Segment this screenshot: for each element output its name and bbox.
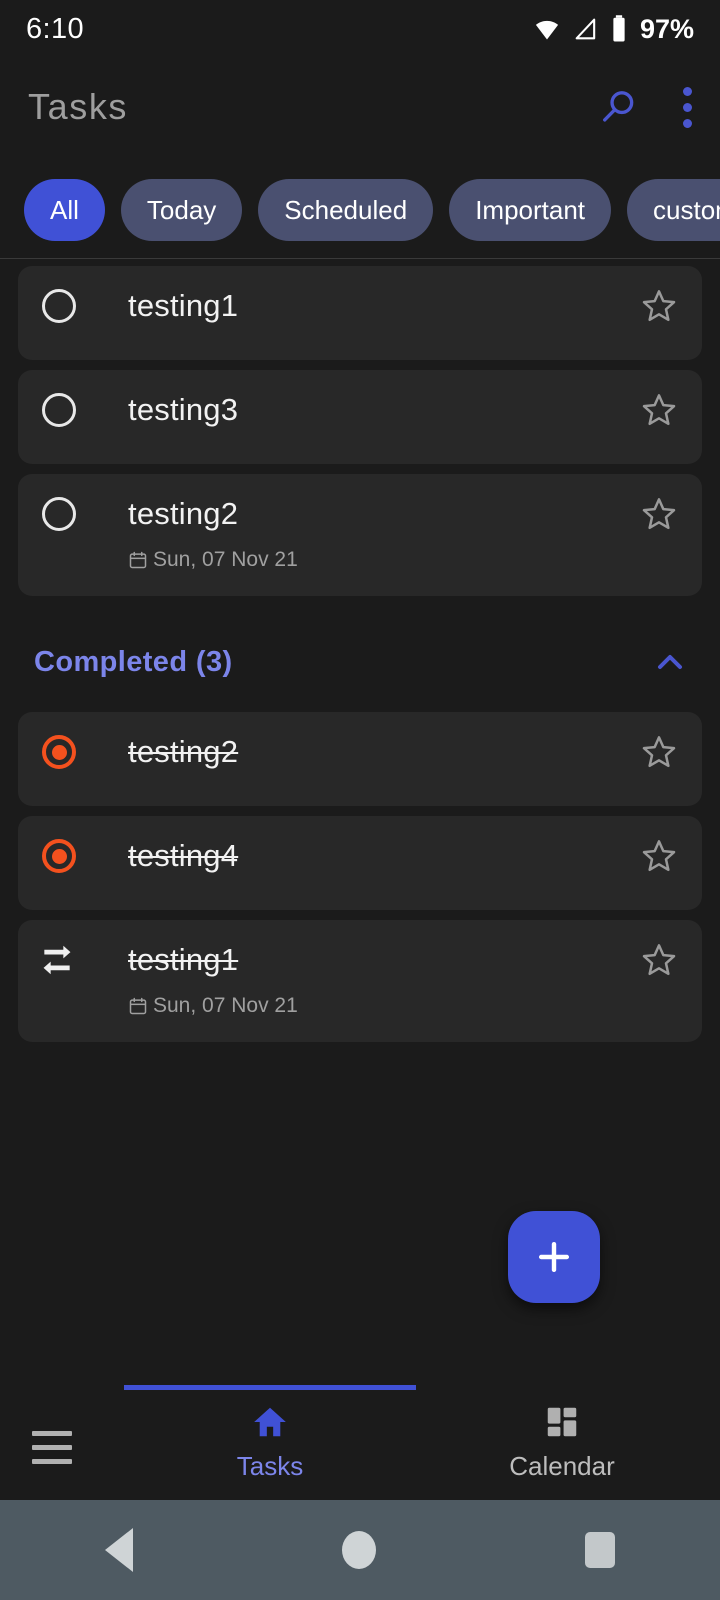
nav-label-calendar: Calendar [509, 1451, 615, 1481]
task-repeat-indicator[interactable] [38, 941, 102, 979]
calendar-icon [129, 997, 147, 1015]
plus-icon [538, 1241, 570, 1273]
filter-chip-important[interactable]: Important [449, 179, 612, 241]
add-task-button[interactable] [508, 1211, 600, 1303]
circle-unchecked-icon [42, 289, 76, 323]
page-title: Tasks [28, 86, 129, 127]
task-due-date-text: Sun, 07 Nov 21 [153, 548, 298, 571]
star-outline-icon [642, 498, 676, 530]
calendar-icon [129, 551, 147, 569]
task-row[interactable]: testing1 [18, 266, 702, 360]
star-outline-icon [642, 394, 676, 426]
task-row[interactable]: testing2 [18, 712, 702, 806]
task-title: testing4 [128, 838, 239, 873]
menu-button[interactable] [32, 1431, 72, 1473]
status-icons: 97% [532, 14, 694, 45]
task-title: testing2 [128, 734, 239, 769]
star-button[interactable] [636, 940, 682, 980]
battery-percent: 97% [639, 13, 694, 44]
filter-chip-bar[interactable]: All Today Scheduled Important custome l [0, 162, 720, 258]
star-button[interactable] [636, 494, 682, 534]
search-icon [603, 91, 634, 122]
dashboard-grid-icon [547, 1407, 577, 1437]
star-button[interactable] [636, 390, 682, 430]
filter-chip-all[interactable]: All [24, 179, 105, 241]
filter-chip-scheduled[interactable]: Scheduled [258, 179, 434, 241]
search-button[interactable] [597, 86, 639, 128]
task-due-date-text: Sun, 07 Nov 21 [153, 994, 298, 1017]
task-checkbox[interactable] [38, 393, 102, 427]
app-screen: 6:10 97% Tasks All Today Scheduled Impor… [0, 0, 720, 1600]
filter-chip-today[interactable]: Today [120, 179, 243, 241]
nav-label-tasks: Tasks [236, 1451, 304, 1481]
radio-checked-icon [42, 735, 76, 769]
signal-icon [575, 18, 596, 40]
bottom-navigation: Tasks Calendar [0, 1385, 720, 1500]
star-outline-icon [642, 944, 676, 976]
task-title: testing1 [128, 942, 239, 977]
home-circle-icon[interactable] [341, 1531, 376, 1569]
task-list: testing1 testing3 testing2 Sun, 07 Nov 2… [0, 266, 720, 1052]
task-row[interactable]: testing2 Sun, 07 Nov 21 [18, 474, 702, 596]
nav-item-tasks[interactable]: Tasks [196, 1403, 344, 1482]
app-bar-actions [597, 86, 692, 128]
circle-unchecked-icon [42, 497, 76, 531]
repeat-icon [43, 945, 71, 975]
app-bar: Tasks [0, 58, 720, 156]
task-row[interactable]: testing4 [18, 816, 702, 910]
overflow-menu-button[interactable] [683, 86, 692, 128]
star-outline-icon [642, 840, 676, 872]
more-vertical-icon [683, 86, 692, 128]
status-time: 6:10 [26, 12, 85, 45]
filter-divider [0, 258, 720, 259]
task-checkbox[interactable] [38, 839, 102, 873]
star-button[interactable] [636, 286, 682, 326]
back-triangle-icon[interactable] [104, 1528, 133, 1572]
task-row[interactable]: testing1 Sun, 07 Nov 21 [18, 920, 702, 1042]
task-due-date: Sun, 07 Nov 21 [128, 548, 682, 572]
active-tab-indicator [124, 1385, 416, 1390]
task-title: testing2 [128, 496, 239, 531]
status-bar: 6:10 97% [0, 0, 720, 58]
star-button[interactable] [636, 836, 682, 876]
task-title: testing3 [128, 392, 239, 427]
task-title: testing1 [128, 288, 239, 323]
filter-chip-custom-list[interactable]: custome l [627, 179, 720, 241]
circle-unchecked-icon [42, 393, 76, 427]
hamburger-menu-icon [32, 1431, 72, 1464]
task-checkbox[interactable] [38, 735, 102, 769]
home-icon [254, 1407, 286, 1437]
recents-square-icon[interactable] [585, 1532, 616, 1568]
star-outline-icon [642, 736, 676, 768]
completed-label: Completed (3) [34, 645, 233, 678]
task-row[interactable]: testing3 [18, 370, 702, 464]
system-navigation-bar [0, 1500, 720, 1600]
chevron-up-icon[interactable] [650, 642, 690, 682]
nav-item-calendar[interactable]: Calendar [488, 1403, 636, 1482]
task-checkbox[interactable] [38, 289, 102, 323]
task-checkbox[interactable] [38, 497, 102, 531]
radio-checked-icon [42, 839, 76, 873]
battery-icon [613, 15, 625, 42]
task-due-date: Sun, 07 Nov 21 [128, 994, 682, 1018]
star-outline-icon [642, 290, 676, 322]
completed-section-header[interactable]: Completed (3) [0, 606, 720, 712]
wifi-icon [535, 20, 559, 40]
star-button[interactable] [636, 732, 682, 772]
